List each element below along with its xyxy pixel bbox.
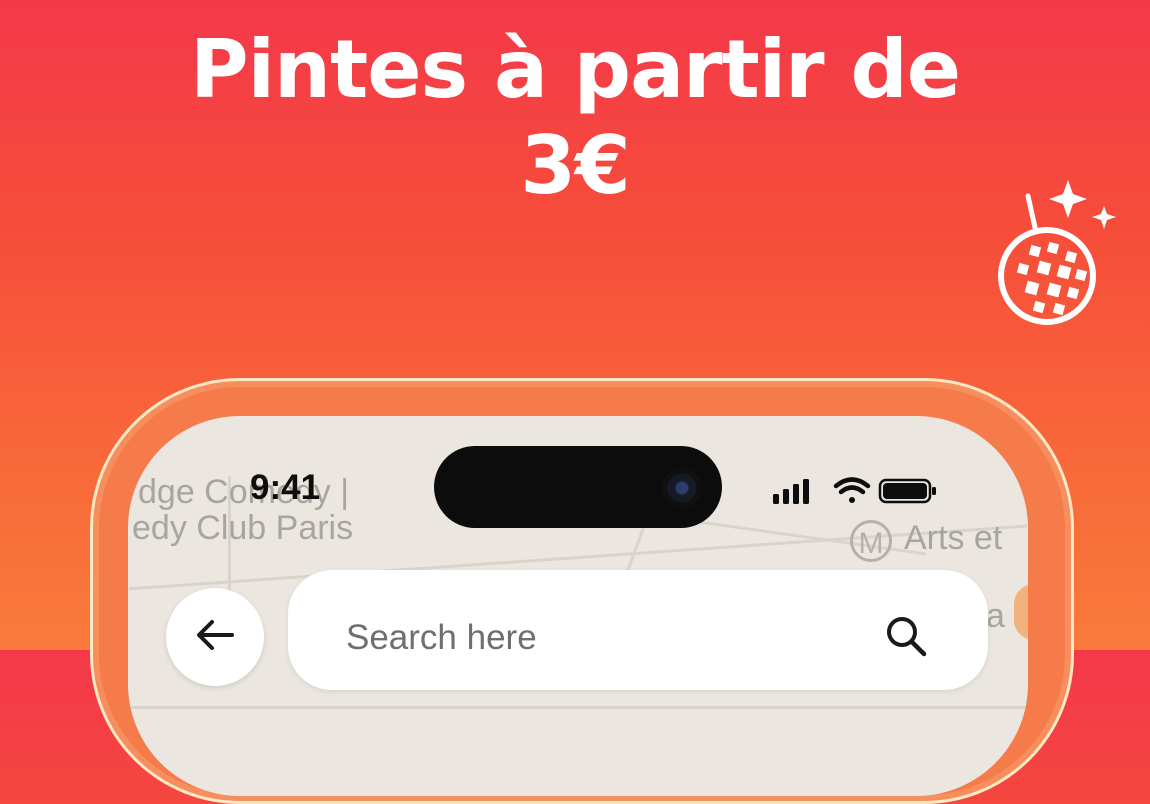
search-input[interactable]: Search here — [288, 570, 988, 690]
arrow-left-icon — [197, 620, 234, 650]
phone-screen: dge Comedy | edy Club Paris M Arts et a … — [128, 416, 1028, 796]
headline-line-1: Pintes à partir de — [189, 23, 961, 116]
status-icons — [773, 477, 936, 504]
headline-line-2: 3€ — [520, 119, 630, 212]
cellular-signal-icon — [773, 479, 809, 504]
camera-icon — [662, 468, 702, 508]
map-pin-partial — [1014, 584, 1028, 640]
battery-icon — [878, 478, 936, 504]
wifi-icon — [833, 477, 871, 503]
dynamic-island — [434, 446, 722, 528]
map-place-label-2: edy Club Paris — [132, 509, 354, 547]
disco-ball-icon — [998, 180, 1116, 325]
search-icon[interactable] — [884, 614, 928, 658]
metro-station-label: Arts et — [904, 519, 1003, 557]
status-time: 9:41 — [250, 468, 321, 507]
map-edge-label: a — [986, 597, 1005, 635]
promo-headline: Pintes à partir de 3€ — [0, 22, 1150, 214]
back-button[interactable] — [166, 588, 264, 686]
search-placeholder: Search here — [346, 618, 537, 657]
metro-icon: M — [850, 520, 892, 562]
